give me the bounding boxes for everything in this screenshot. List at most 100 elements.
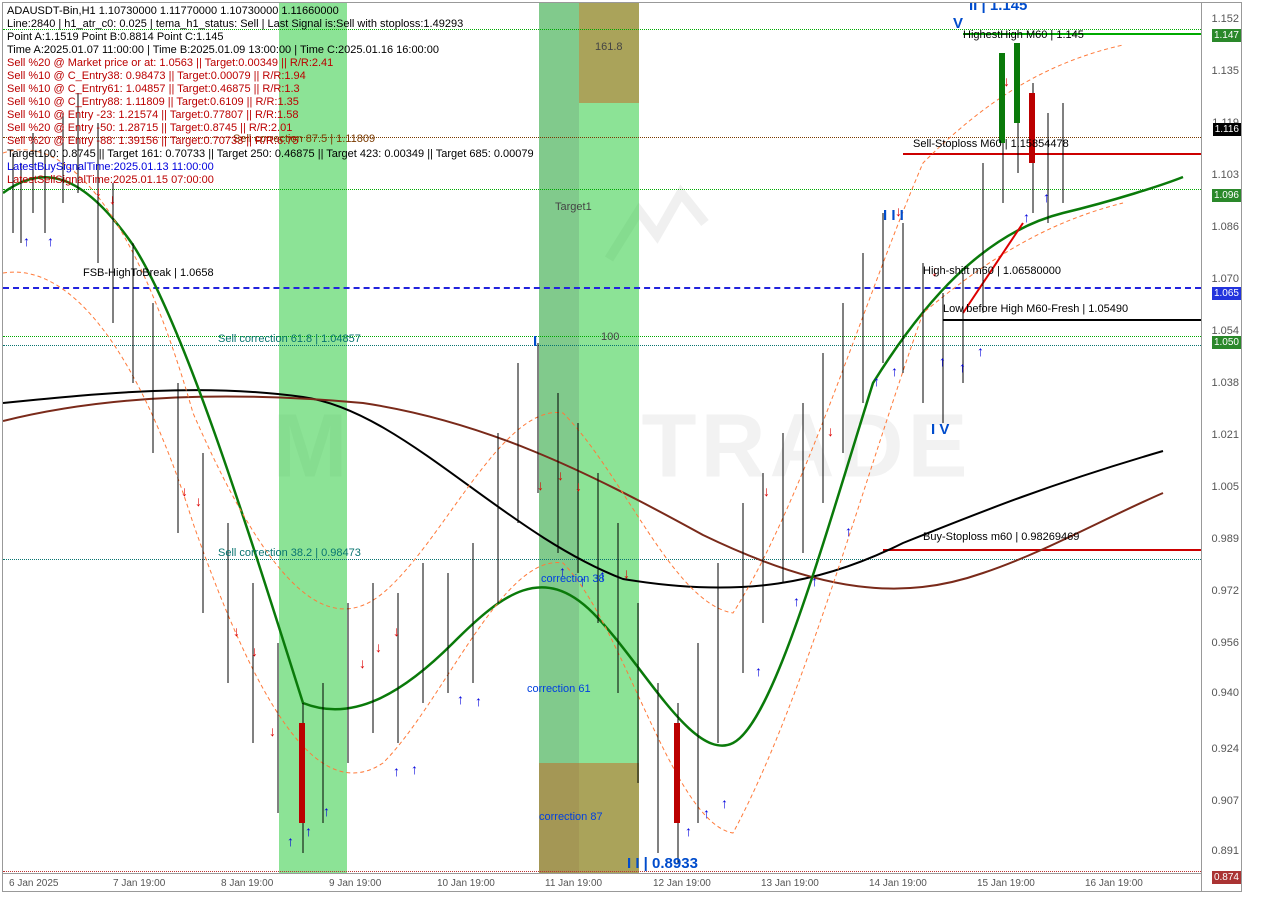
buy-arrow-icon: ↑: [873, 373, 880, 389]
sell-arrow-icon: ↓: [623, 565, 630, 581]
elliott-wave-label: I: [533, 333, 537, 350]
chart-annotation: 100: [601, 331, 619, 343]
chart-annotation: 161.8: [595, 41, 623, 53]
info-line: Point A:1.1519 Point B:0.8814 Point C:1.…: [7, 31, 534, 44]
buy-arrow-icon: ↑: [323, 803, 330, 819]
x-tick: 14 Jan 19:00: [869, 878, 927, 889]
buy-arrow-icon: ↑: [755, 663, 762, 679]
sell-arrow-icon: ↓: [557, 467, 564, 483]
buy-arrow-icon: ↑: [287, 833, 294, 849]
y-price-tag: 1.116: [1213, 123, 1241, 136]
sell-arrow-icon: ↓: [251, 643, 258, 659]
y-axis: 1.1521.1351.1191.1031.0861.0701.0541.038…: [1201, 3, 1241, 891]
buy-arrow-icon: ↑: [793, 593, 800, 609]
info-line: Line:2840 | h1_atr_c0: 0.025 | tema_h1_s…: [7, 18, 534, 31]
elliott-wave-label: I I | 0.8933: [627, 855, 698, 872]
sell-arrow-icon: ↓: [575, 478, 582, 494]
y-tick: 1.086: [1211, 221, 1239, 233]
sell-arrow-icon: ↓: [393, 623, 400, 639]
info-line: Time A:2025.01.07 11:00:00 | Time B:2025…: [7, 44, 534, 57]
buy-arrow-icon: ↑: [457, 691, 464, 707]
info-line: Sell %20 @ Market price or at: 1.0563 ||…: [7, 57, 534, 70]
x-tick: 13 Jan 19:00: [761, 878, 819, 889]
chart-container[interactable]: M TRADE: [2, 2, 1242, 892]
x-tick: 6 Jan 2025: [9, 878, 59, 889]
y-tick: 1.152: [1211, 13, 1239, 25]
x-axis: 6 Jan 2025 7 Jan 19:00 8 Jan 19:00 9 Jan 19…: [3, 873, 1201, 891]
x-tick: 15 Jan 19:00: [977, 878, 1035, 889]
chart-annotation: Sell-Stoploss M60 | 1.15854478: [913, 138, 1069, 150]
x-tick: 12 Jan 19:00: [653, 878, 711, 889]
x-tick: 10 Jan 19:00: [437, 878, 495, 889]
y-tick: 0.891: [1211, 845, 1239, 857]
y-tick: 1.103: [1211, 169, 1239, 181]
buy-arrow-icon: ↑: [475, 693, 482, 709]
buy-arrow-icon: ↑: [685, 823, 692, 839]
chart-annotation: Buy-Stoploss m60 | 0.98269469: [923, 531, 1079, 543]
elliott-wave-label: I V: [931, 421, 949, 438]
sell-arrow-icon: ↓: [359, 655, 366, 671]
buy-arrow-icon: ↑: [891, 363, 898, 379]
info-line: Sell %10 @ Entry -23: 1.21574 || Target:…: [7, 109, 534, 122]
x-tick: 16 Jan 19:00: [1085, 878, 1143, 889]
buy-arrow-icon: ↑: [1043, 189, 1050, 205]
chart-annotation: Low before High M60-Fresh | 1.05490: [943, 303, 1128, 315]
buy-arrow-icon: ↑: [23, 233, 30, 249]
info-panel: ADAUSDT-Bin,H1 1.10730000 1.11770000 1.1…: [7, 5, 534, 187]
elliott-wave-label: I I I: [883, 207, 904, 224]
info-line: Sell %10 @ C_Entry38: 0.98473 || Target:…: [7, 70, 534, 83]
y-tick: 1.135: [1211, 65, 1239, 77]
info-line: Target100: 0.8745 || Target 161: 0.70733…: [7, 148, 534, 161]
x-tick: 9 Jan 19:00: [329, 878, 381, 889]
sell-arrow-icon: ↓: [233, 623, 240, 639]
buy-arrow-icon: ↑: [845, 523, 852, 539]
y-price-tag: 1.096: [1212, 189, 1241, 202]
buy-arrow-icon: ↑: [939, 353, 946, 369]
chart-annotation: correction 38: [541, 573, 605, 585]
chart-annotation: High-shift m60 | 1.06580000: [923, 265, 1061, 277]
info-line: Sell %20 @ Entry -50: 1.28715 || Target:…: [7, 122, 534, 135]
buy-arrow-icon: ↑: [305, 823, 312, 839]
info-line: Sell %20 @ Entry -88: 1.39156 || Target:…: [7, 135, 534, 148]
chart-annotation: FSB-HighToBreak | 1.0658: [83, 267, 214, 279]
elliott-wave-label: II | 1.145: [969, 3, 1027, 14]
x-tick: 8 Jan 19:00: [221, 878, 273, 889]
info-line: LatestBuySignalTime:2025.01.13 11:00:00: [7, 161, 534, 174]
buy-arrow-icon: ↑: [703, 805, 710, 821]
y-tick: 0.989: [1211, 533, 1239, 545]
y-tick: 0.940: [1211, 687, 1239, 699]
y-price-tag: 1.065: [1212, 287, 1241, 300]
sell-arrow-icon: ↓: [827, 423, 834, 439]
title-bar: ADAUSDT-Bin,H1 1.10730000 1.11770000 1.1…: [7, 5, 534, 18]
x-tick: 11 Jan 19:00: [545, 878, 602, 889]
buy-arrow-icon: ↑: [47, 233, 54, 249]
info-line: Sell %10 @ C_Entry61: 1.04857 || Target:…: [7, 83, 534, 96]
y-tick: 1.021: [1211, 429, 1239, 441]
y-tick: 0.956: [1211, 637, 1239, 649]
x-tick: 7 Jan 19:00: [113, 878, 165, 889]
buy-arrow-icon: ↑: [959, 359, 966, 375]
chart-annotation: Sell correction 38.2 | 0.98473: [218, 547, 361, 559]
chart-annotation: correction 61: [527, 683, 591, 695]
sell-arrow-icon: ↓: [181, 483, 188, 499]
sell-arrow-icon: ↓: [269, 723, 276, 739]
y-tick: 1.070: [1211, 273, 1239, 285]
y-tick: 1.038: [1211, 377, 1239, 389]
buy-arrow-icon: ↑: [393, 763, 400, 779]
y-tick: 0.972: [1211, 585, 1239, 597]
y-tick: 0.907: [1211, 795, 1239, 807]
chart-annotation: Sell correction 61.8 | 1.04857: [218, 333, 361, 345]
y-tick: 0.924: [1211, 743, 1239, 755]
y-price-tag: 1.050: [1212, 336, 1241, 349]
buy-arrow-icon: ↑: [721, 795, 728, 811]
sell-arrow-icon: ↓: [109, 191, 116, 207]
sell-arrow-icon: ↓: [1003, 73, 1010, 89]
buy-arrow-icon: ↑: [977, 343, 984, 359]
sell-arrow-icon: ↓: [195, 493, 202, 509]
buy-arrow-icon: ↑: [811, 573, 818, 589]
elliott-wave-label: V: [953, 15, 963, 32]
buy-arrow-icon: ↑: [411, 761, 418, 777]
y-price-tag: 1.147: [1212, 29, 1241, 42]
info-line: Sell %10 @ C_Entry88: 1.11809 || Target:…: [7, 96, 534, 109]
chart-annotation: HighestHigh M60 | 1.145: [963, 29, 1084, 41]
